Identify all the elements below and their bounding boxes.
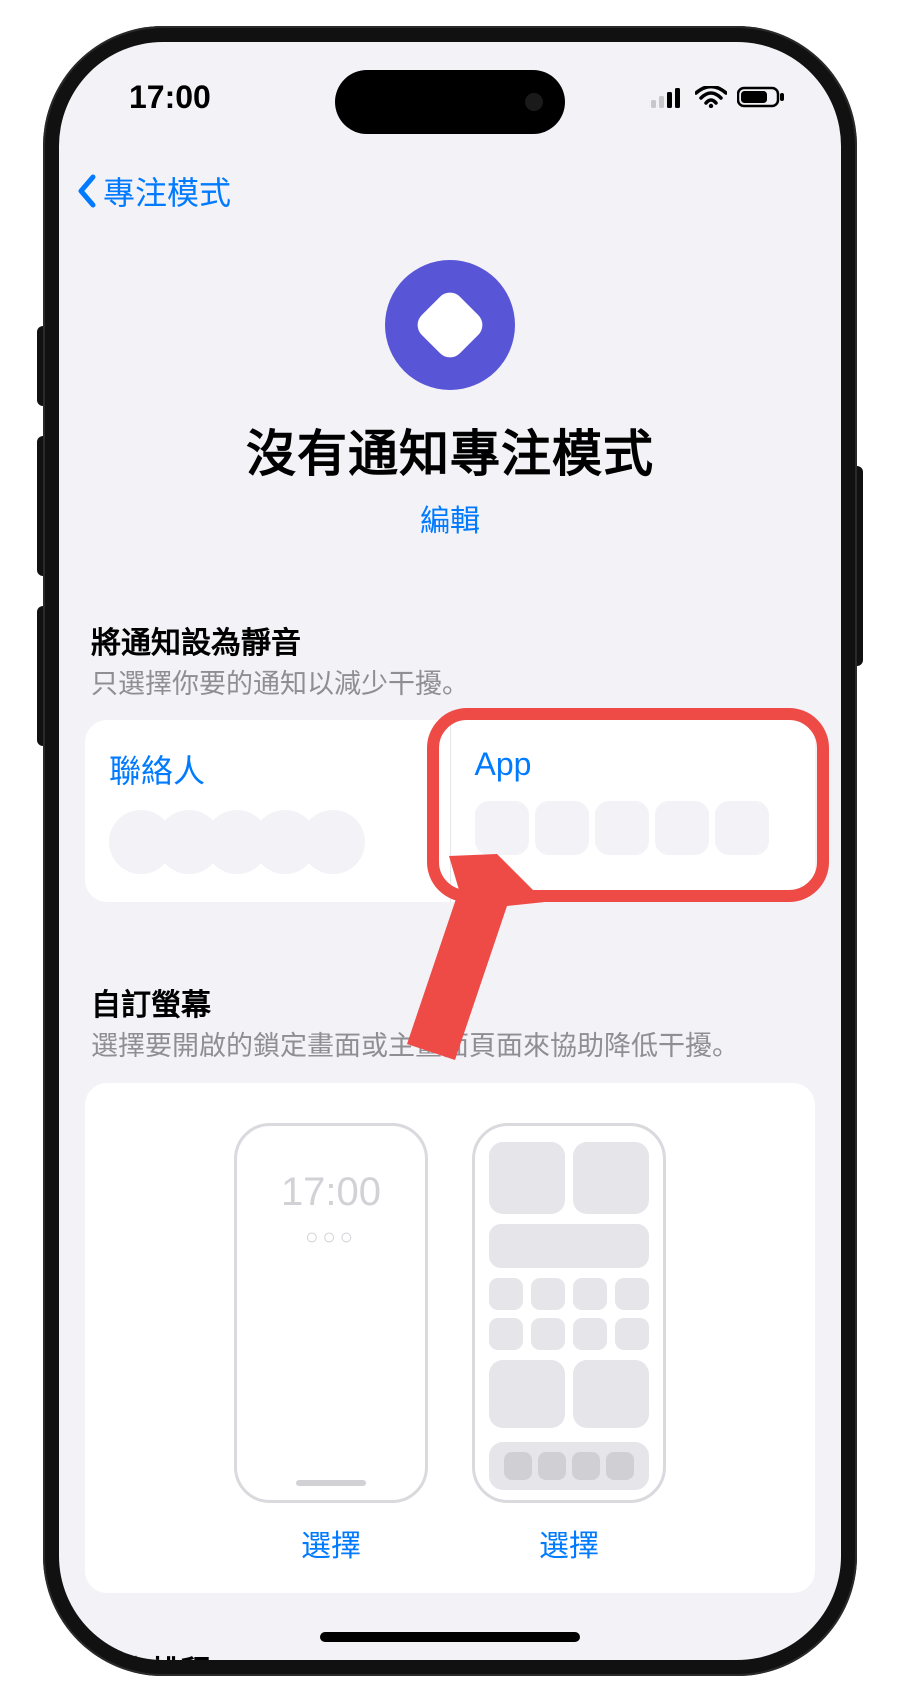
status-time: 17:00 — [129, 79, 211, 116]
select-home-label: 選擇 — [472, 1521, 666, 1565]
focus-title: 沒有通知專注模式 — [85, 414, 815, 486]
back-button[interactable]: 專注模式 — [75, 168, 231, 214]
iphone-frame: 17:00 — [43, 26, 857, 1676]
nav-bar: 專注模式 — [59, 152, 841, 230]
edit-button[interactable]: 編輯 — [420, 496, 480, 540]
contacts-placeholder-icon — [109, 810, 426, 874]
section-title: 自訂螢幕 — [85, 980, 815, 1024]
chevron-left-icon — [75, 173, 99, 209]
apps-label: App — [475, 746, 792, 783]
screen: 17:00 — [59, 42, 841, 1660]
schedule-section: 設定排程 在設定的時間、位置，或使用部分 App 期間自動開啟此「專注模式」。 — [85, 1647, 815, 1660]
section-desc: 選擇要開啟的鎖定畫面或主畫面頁面來協助降低干擾。 — [85, 1024, 815, 1082]
focus-header: 沒有通知專注模式 編輯 — [85, 230, 815, 540]
mute-card: 聯絡人 App — [85, 720, 815, 902]
screens-card: 17:00 ○○○ 選擇 — [85, 1083, 815, 1593]
apps-button[interactable]: App — [450, 720, 816, 902]
section-desc: 只選擇你要的通知以減少干擾。 — [85, 662, 815, 720]
lock-screen-option[interactable]: 17:00 ○○○ 選擇 — [234, 1123, 428, 1565]
focus-mode-icon — [385, 260, 515, 390]
back-label: 專注模式 — [103, 168, 231, 214]
home-screen-option[interactable]: 選擇 — [472, 1123, 666, 1565]
customize-screens-section: 自訂螢幕 選擇要開啟的鎖定畫面或主畫面頁面來協助降低干擾。 17:00 ○○○ … — [85, 980, 815, 1592]
contacts-button[interactable]: 聯絡人 — [85, 720, 450, 902]
lock-screen-preview-icon: 17:00 ○○○ — [234, 1123, 428, 1503]
home-indicator[interactable] — [320, 1632, 580, 1642]
select-lock-label: 選擇 — [234, 1521, 428, 1565]
home-screen-preview-icon — [472, 1123, 666, 1503]
section-title: 設定排程 — [85, 1647, 815, 1660]
mute-notifications-section: 將通知設為靜音 只選擇你要的通知以減少干擾。 聯絡人 App — [85, 618, 815, 902]
section-title: 將通知設為靜音 — [85, 618, 815, 662]
wifi-icon — [695, 86, 727, 108]
cellular-icon — [651, 86, 685, 108]
apps-placeholder-icon — [475, 801, 792, 855]
dynamic-island — [335, 70, 565, 134]
battery-icon — [737, 86, 785, 108]
contacts-label: 聯絡人 — [109, 746, 426, 792]
